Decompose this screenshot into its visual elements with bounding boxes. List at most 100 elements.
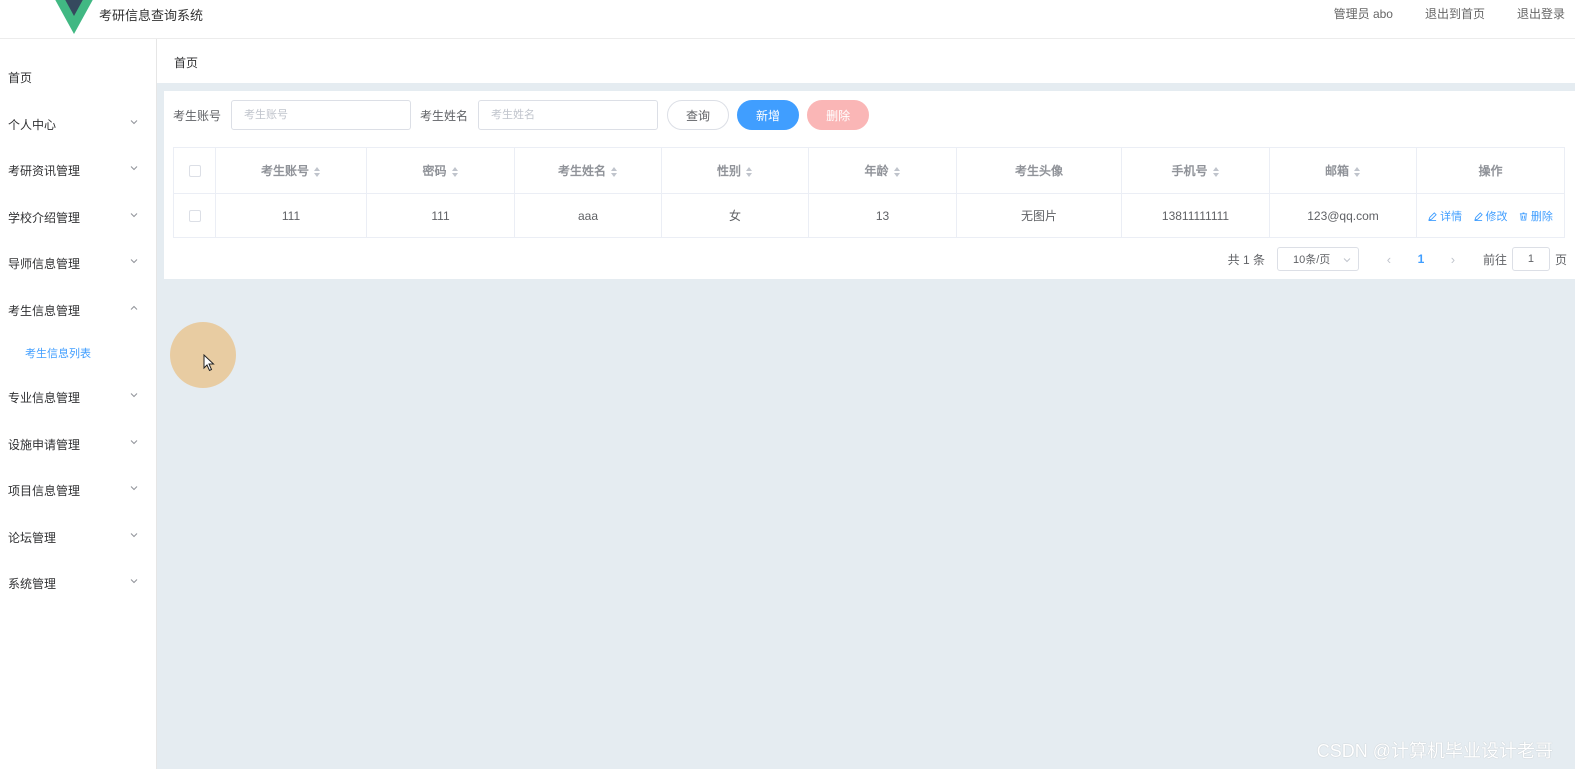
detail-label: 详情 <box>1440 210 1463 223</box>
column-header-label: 性别 <box>716 164 741 178</box>
vue-logo-icon <box>55 0 93 34</box>
sidebar-item-label: 首页 <box>8 70 33 85</box>
name-label: 考生姓名 <box>420 108 469 123</box>
chevron-down-icon <box>130 533 138 538</box>
column-header[interactable]: 年龄 <box>808 147 957 194</box>
sidebar-item-label: 项目信息管理 <box>8 483 81 498</box>
home-link[interactable]: 退出到首页 <box>1425 5 1485 22</box>
students-table: 考生账号 密码 考生姓名 性别 年龄 考生头像 手机号 邮箱 操作 111 11… <box>173 147 1565 238</box>
next-page-button[interactable]: › <box>1443 252 1463 267</box>
user-label: 管理员 abo <box>1333 7 1393 21</box>
sidebar-item-label: 导师信息管理 <box>8 256 81 271</box>
column-header[interactable]: 密码 <box>366 147 515 194</box>
goto-page-input[interactable] <box>1511 247 1550 271</box>
goto-prefix: 前往 <box>1482 252 1507 267</box>
breadcrumb[interactable]: 首页 <box>174 54 198 71</box>
goto-suffix: 页 <box>1554 252 1567 267</box>
chevron-down-icon <box>130 486 138 491</box>
sidebar-subitem-label: 考生信息列表 <box>25 348 91 360</box>
row-checkbox[interactable] <box>188 210 201 223</box>
chevron-up-icon <box>130 305 138 310</box>
sidebar: 首页 个人中心 考研资讯管理 学校介绍管理 导师信息管理 考生信息管理 考生信息… <box>0 39 157 769</box>
cell-phone: 13811111111 <box>1121 193 1270 238</box>
name-search-input[interactable] <box>478 100 659 130</box>
column-header-label: 密码 <box>422 164 447 178</box>
sort-icon <box>1354 166 1360 177</box>
sidebar-item-label: 学校介绍管理 <box>8 210 81 225</box>
select-all-checkbox[interactable] <box>188 165 201 178</box>
sidebar-item-projects[interactable]: 项目信息管理 <box>0 470 156 510</box>
chevron-down-icon <box>130 259 138 264</box>
sidebar-item-news[interactable]: 考研资讯管理 <box>0 150 156 190</box>
row-select-cell <box>173 193 216 238</box>
sidebar-item-personal-center[interactable]: 个人中心 <box>0 104 156 144</box>
batch-delete-button[interactable]: 删除 <box>807 100 870 130</box>
watermark: CSDN @计算机毕业设计老哥 <box>1316 741 1553 761</box>
chevron-down-icon <box>130 579 138 584</box>
sidebar-item-students[interactable]: 考生信息管理 <box>0 290 156 330</box>
cell-account: 111 <box>215 193 367 238</box>
account-label: 考生账号 <box>173 108 222 123</box>
sidebar-item-label: 设施申请管理 <box>8 437 81 452</box>
detail-button[interactable]: 详情 <box>1428 211 1462 223</box>
breadcrumb-bar: 首页 <box>157 39 1575 83</box>
query-button[interactable]: 查询 <box>667 100 730 130</box>
sidebar-item-majors[interactable]: 专业信息管理 <box>0 377 156 417</box>
sidebar-subitem-student-list[interactable]: 考生信息列表 <box>0 338 156 368</box>
edit-icon <box>1428 211 1437 221</box>
chevron-down-icon <box>130 166 138 171</box>
sidebar-item-facilities[interactable]: 设施申请管理 <box>0 424 156 464</box>
app-title: 考研信息查询系统 <box>99 8 204 23</box>
account-search-input[interactable] <box>231 100 412 130</box>
trash-icon <box>1519 211 1527 221</box>
sort-icon <box>893 166 900 177</box>
sidebar-item-schools[interactable]: 学校介绍管理 <box>0 197 156 237</box>
sort-icon <box>314 166 320 177</box>
column-header[interactable]: 邮箱 <box>1269 147 1417 194</box>
cell-password: 111 <box>366 193 515 238</box>
mouse-pointer-icon <box>203 354 215 372</box>
cell-avatar: 无图片 <box>956 193 1122 238</box>
top-header: 考研信息查询系统 管理员 abo 退出到首页 退出登录 <box>0 0 1575 39</box>
column-header: 考生头像 <box>956 147 1122 194</box>
logout-link[interactable]: 退出登录 <box>1517 5 1565 22</box>
sidebar-item-label: 个人中心 <box>8 117 57 132</box>
sidebar-item-forum[interactable]: 论坛管理 <box>0 517 156 557</box>
column-header[interactable]: 性别 <box>661 147 809 194</box>
column-header[interactable]: 手机号 <box>1121 147 1270 194</box>
sidebar-item-home[interactable]: 首页 <box>0 57 156 97</box>
select-all-cell <box>173 147 216 194</box>
top-links: 管理员 abo 退出到首页 退出登录 <box>1302 5 1565 22</box>
prev-page-button[interactable]: ‹ <box>1379 252 1399 267</box>
total-count: 共 1 条 <box>1227 252 1265 267</box>
table-row: 111 111 aaa 女 13 无图片 13811111111 123@qq.… <box>173 193 1565 238</box>
pagination: 共 1 条 10条/页 ‹ 1 › 前往 页 <box>1228 247 1567 271</box>
current-page[interactable]: 1 <box>1405 252 1437 266</box>
sidebar-item-label: 系统管理 <box>8 576 57 591</box>
sidebar-item-system[interactable]: 系统管理 <box>0 563 156 603</box>
column-header-label: 年龄 <box>864 164 889 178</box>
add-button[interactable]: 新增 <box>737 100 800 130</box>
column-header-label: 考生账号 <box>260 164 309 178</box>
delete-label: 删除 <box>1530 210 1553 223</box>
column-header-label: 操作 <box>1478 164 1503 178</box>
sort-icon <box>1212 166 1219 177</box>
delete-button[interactable]: 删除 <box>1519 211 1553 223</box>
edit-icon <box>1473 211 1483 221</box>
sidebar-item-label: 考生信息管理 <box>8 303 81 318</box>
sidebar-item-label: 专业信息管理 <box>8 390 81 405</box>
sidebar-item-tutors[interactable]: 导师信息管理 <box>0 243 156 283</box>
page-size-select[interactable]: 10条/页 <box>1276 247 1359 271</box>
sort-icon <box>611 166 617 177</box>
cell-email: 123@qq.com <box>1269 193 1417 238</box>
column-header-label: 考生姓名 <box>557 164 606 178</box>
column-header[interactable]: 考生账号 <box>215 147 367 194</box>
cell-name: aaa <box>514 193 662 238</box>
cell-gender: 女 <box>661 193 809 238</box>
column-header: 操作 <box>1416 147 1565 194</box>
page-size-value: 10条/页 <box>1292 254 1331 266</box>
cell-actions: 详情 修改 删除 <box>1416 193 1565 238</box>
column-header[interactable]: 考生姓名 <box>514 147 662 194</box>
edit-button[interactable]: 修改 <box>1473 211 1508 223</box>
chevron-down-icon <box>130 213 138 218</box>
